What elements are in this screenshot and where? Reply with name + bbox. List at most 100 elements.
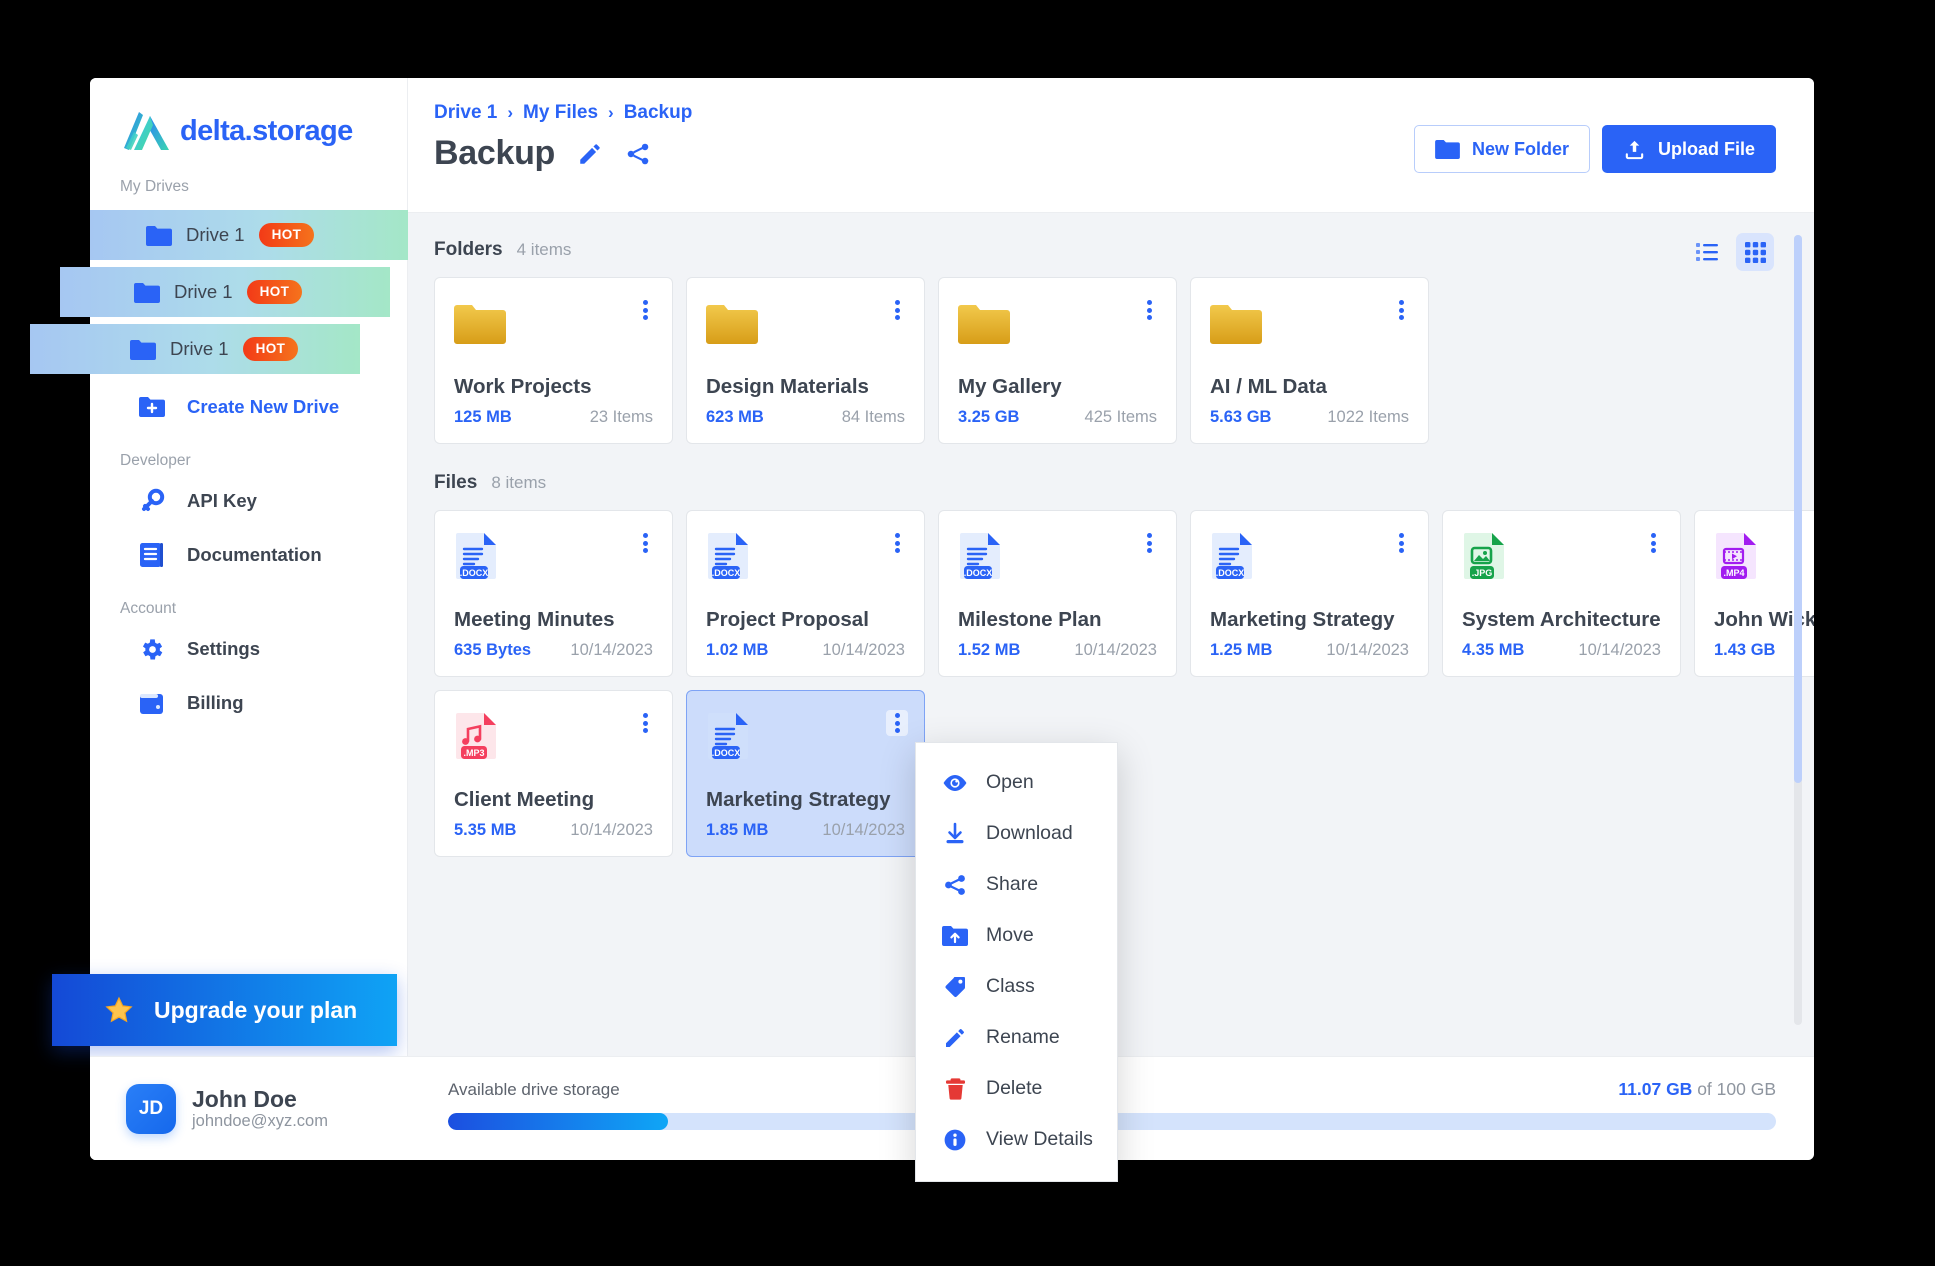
folder-card[interactable]: Work Projects 125 MB 23 Items [434,277,673,444]
file-card[interactable]: .DOCX Meeting Minutes 635 Bytes 10/14/20… [434,510,673,677]
folder-card[interactable]: Design Materials 623 MB 84 Items [686,277,925,444]
file-card[interactable]: .DOCX Project Proposal 1.02 MB 10/14/202… [686,510,925,677]
list-view-button[interactable] [1688,233,1726,271]
key-icon [138,488,165,515]
folder-card[interactable]: AI / ML Data 5.63 GB 1022 Items [1190,277,1429,444]
context-menu-item-move[interactable]: Move [916,910,1117,961]
file-card[interactable]: .DOCX Milestone Plan 1.52 MB 10/14/2023 [938,510,1177,677]
folder-size: 5.63 GB [1210,408,1272,426]
status-badge: HOT [246,280,303,304]
folder-meta: 5.63 GB 1022 Items [1210,408,1409,427]
scrollbar-thumb[interactable] [1794,235,1802,783]
file-card[interactable]: .JPG System Architecture 4.35 MB 10/14/2… [1442,510,1681,677]
sidebar-item-billing[interactable]: Billing [90,676,407,730]
card-menu-button[interactable] [1138,530,1160,556]
pencil-icon [942,1025,968,1051]
file-meta: 1.85 MB 10/14/2023 [706,821,905,840]
context-menu-item-delete[interactable]: Delete [916,1063,1117,1114]
brand-logo[interactable]: delta.storage [90,78,407,154]
file-card-selected[interactable]: .DOCX Marketing Strategy 1.85 MB 10/14/2… [686,690,925,857]
context-menu: Open Download Share Move Class Rename De… [915,742,1118,1182]
card-menu-button[interactable] [1390,297,1412,323]
card-menu-button[interactable] [886,710,908,736]
eye-icon [942,770,968,796]
svg-text:.MP3: .MP3 [463,748,484,758]
grid-view-button[interactable] [1736,233,1774,271]
file-meta: 5.35 MB 10/14/2023 [454,821,653,840]
context-menu-item-open[interactable]: Open [916,757,1117,808]
upload-file-button[interactable]: Upload File [1601,125,1776,173]
my-drives-label: My Drives [120,178,189,195]
folder-meta: 3.25 GB 425 Items [958,408,1157,427]
sidebar-item-drive-1[interactable]: Drive 1 HOT [90,210,408,260]
drive-label: Drive 1 [174,281,233,302]
card-menu-button[interactable] [634,297,656,323]
sidebar-item-api-key[interactable]: API Key [90,474,407,528]
context-menu-item-class[interactable]: Class [916,961,1117,1012]
context-menu-label: Delete [986,1077,1043,1099]
breadcrumb-separator: › [608,103,614,122]
card-menu-button[interactable] [886,297,908,323]
folder-icon [1435,139,1460,159]
pencil-icon[interactable] [577,141,603,167]
gear-icon [138,636,165,663]
scrollbar-track[interactable] [1794,235,1802,1025]
share-icon[interactable] [625,141,651,167]
card-menu-button[interactable] [886,530,908,556]
breadcrumb: Drive 1 › My Files › Backup [434,102,1776,124]
file-date: 10/14/2023 [822,641,905,659]
file-card[interactable]: .DOCX Marketing Strategy 1.25 MB 10/14/2… [1190,510,1429,677]
new-folder-button[interactable]: New Folder [1413,125,1590,173]
folder-icon [130,339,156,360]
file-name: Meeting Minutes [454,608,615,631]
file-size: 635 Bytes [454,641,532,659]
sidebar-item-settings[interactable]: Settings [90,622,407,676]
wallet-icon [138,690,165,717]
user-profile[interactable]: JD John Doe johndoe@xyz.com [90,1056,408,1160]
context-menu-item-rename[interactable]: Rename [916,1012,1117,1063]
delta-logo-icon [124,112,169,150]
folder-icon [454,305,506,344]
storage-total: of 100 GB [1692,1079,1776,1099]
file-size: 1.02 MB [706,641,769,659]
card-menu-button[interactable] [634,530,656,556]
folder-item-count: 1022 Items [1327,408,1409,426]
files-title: Files [434,472,478,493]
create-new-drive-button[interactable]: Create New Drive [90,380,407,434]
sidebar-item-drive-3[interactable]: Drive 1 HOT [30,324,360,374]
folders-grid: Work Projects 125 MB 23 Items Design Mat… [434,277,1814,444]
file-date: 10/14/2023 [1326,641,1409,659]
file-size: 1.25 MB [1210,641,1273,659]
status-badge: HOT [258,223,315,247]
folder-icon [1210,305,1262,344]
file-size: 5.35 MB [454,821,517,839]
context-menu-item-view-details[interactable]: View Details [916,1114,1117,1165]
tag-icon [942,974,968,1000]
file-date: 10/14/2023 [570,821,653,839]
file-card[interactable]: .MP3 Client Meeting 5.35 MB 10/14/2023 [434,690,673,857]
breadcrumb-item-my-files[interactable]: My Files [523,102,598,124]
new-folder-label: New Folder [1471,138,1569,159]
share-icon [942,872,968,898]
breadcrumb-item-backup[interactable]: Backup [624,102,693,124]
file-date: 10/14/2023 [570,641,653,659]
file-date: 10/14/2023 [1578,641,1661,659]
context-menu-item-download[interactable]: Download [916,808,1117,859]
sidebar-item-drive-2[interactable]: Drive 1 HOT [60,267,390,317]
context-menu-item-share[interactable]: Share [916,859,1117,910]
info-icon [942,1127,968,1153]
folder-size: 623 MB [706,408,764,426]
svg-text:.DOCX: .DOCX [712,568,741,578]
topbar-actions: New Folder Upload File [1413,125,1776,173]
file-date: 10/14/2023 [822,821,905,839]
folder-card[interactable]: My Gallery 3.25 GB 425 Items [938,277,1177,444]
status-badge: HOT [242,337,299,361]
card-menu-button[interactable] [1138,297,1160,323]
upgrade-plan-button[interactable]: Upgrade your plan [52,974,397,1046]
sidebar: delta.storage My Drives Drive 1 HOT Driv… [30,78,408,1160]
breadcrumb-item-drive-1[interactable]: Drive 1 [434,102,497,124]
card-menu-button[interactable] [1642,530,1664,556]
sidebar-item-documentation[interactable]: Documentation [90,528,407,582]
card-menu-button[interactable] [634,710,656,736]
card-menu-button[interactable] [1390,530,1412,556]
